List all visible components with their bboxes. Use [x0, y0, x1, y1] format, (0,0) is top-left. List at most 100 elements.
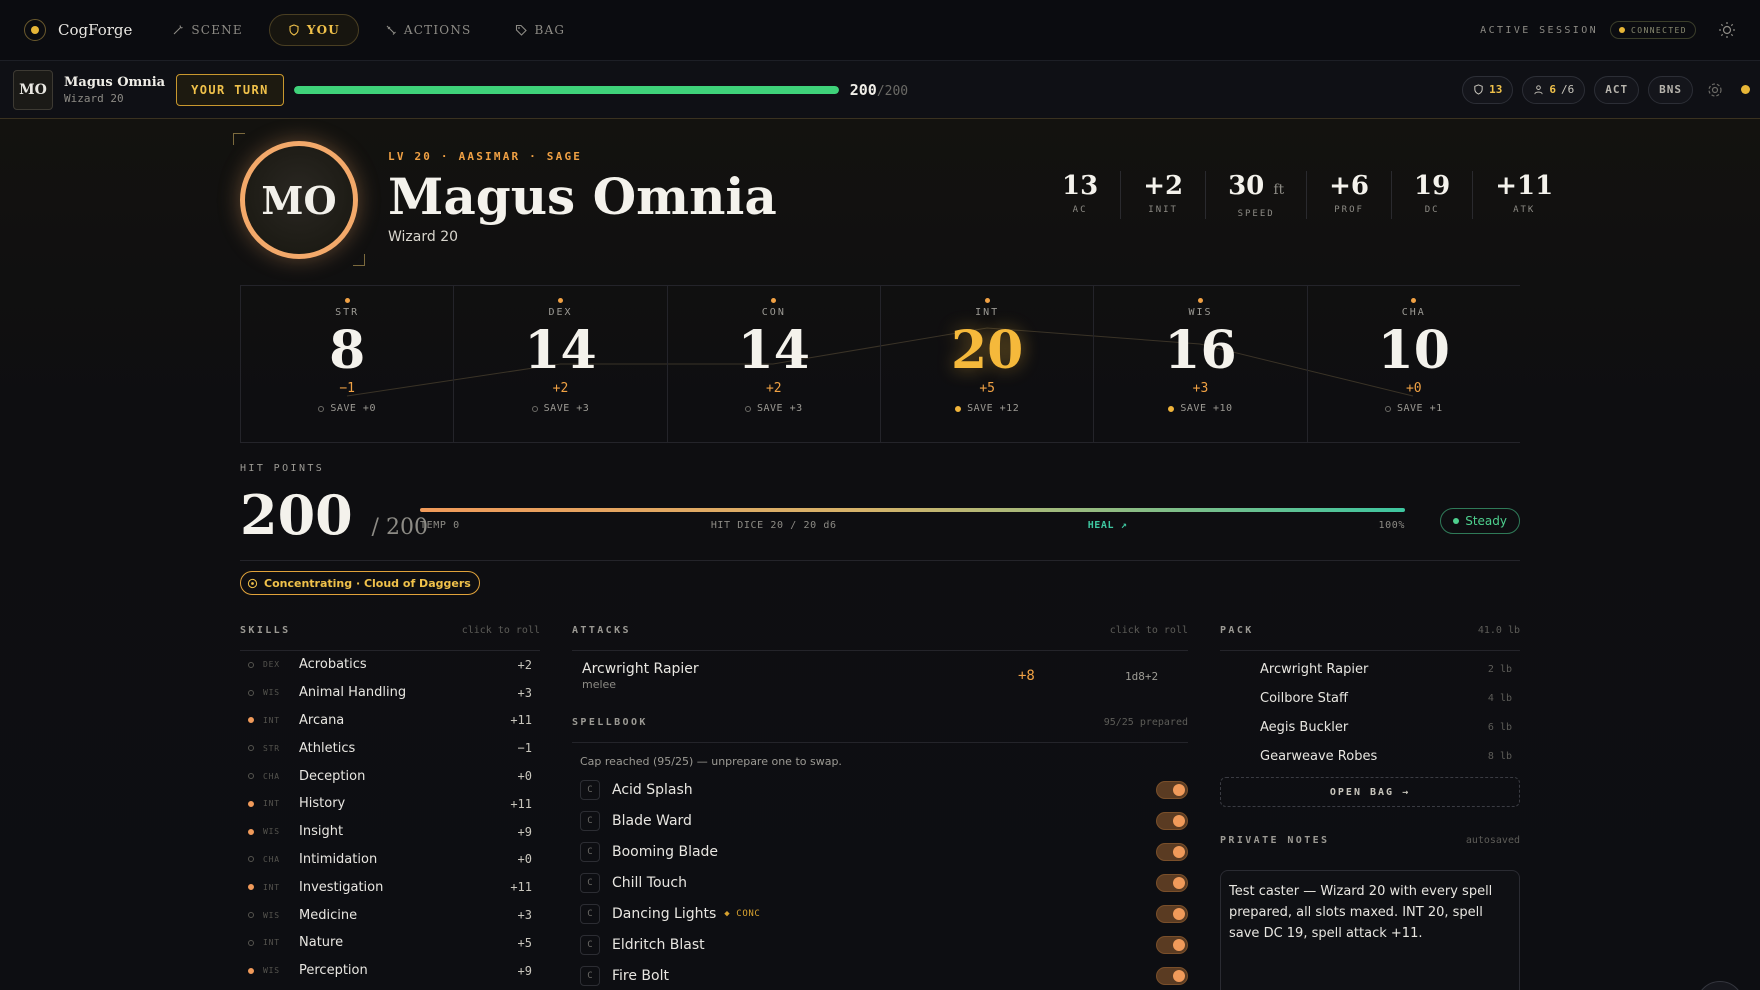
- stat-prof[interactable]: +6 PROF: [1306, 171, 1391, 219]
- ability-wis[interactable]: WIS 16 +3 SAVE +10: [1093, 286, 1306, 442]
- tab-you[interactable]: YOU: [268, 14, 359, 46]
- ability-save[interactable]: SAVE +0: [318, 403, 376, 414]
- pack-item[interactable]: Arcwright Rapier 2 lb: [1220, 655, 1520, 684]
- ability-con[interactable]: CON 14 +2 SAVE +3: [666, 286, 880, 442]
- bonus-action-button[interactable]: BNS: [1648, 75, 1693, 104]
- spellbook-prepared: 95/25 prepared: [1103, 717, 1188, 728]
- ability-score: 8: [329, 320, 366, 381]
- ability-save[interactable]: SAVE +12: [955, 403, 1019, 414]
- connection-text: CONNECTED: [1631, 25, 1687, 35]
- gear-icon[interactable]: [1706, 81, 1724, 99]
- skill-row[interactable]: INT Nature +5: [240, 929, 540, 957]
- skill-row[interactable]: WIS Animal Handling +3: [240, 679, 540, 707]
- skill-row[interactable]: INT Investigation +11: [240, 873, 540, 901]
- chat-button[interactable]: [1696, 981, 1744, 990]
- pack-notes-panel: PACK 41.0 lb Arcwright Rapier 2 lb Coilbor…: [1220, 623, 1520, 990]
- ability-save[interactable]: SAVE +3: [744, 403, 803, 414]
- heal-link[interactable]: HEAL ↗: [1088, 520, 1128, 531]
- spell-row[interactable]: C Eldritch Blast: [572, 929, 1188, 960]
- open-bag-button[interactable]: OPEN BAG →: [1220, 777, 1520, 807]
- prepared-toggle[interactable]: [1156, 780, 1188, 799]
- prepared-toggle[interactable]: [1156, 873, 1188, 892]
- ability-int[interactable]: INT 20 +5 SAVE +12: [879, 286, 1093, 442]
- ability-save[interactable]: SAVE +3: [531, 403, 590, 414]
- skill-row[interactable]: INT History +11: [240, 790, 540, 818]
- spell-name: Dancing Lights: [612, 905, 717, 922]
- skill-ability: WIS: [263, 966, 280, 976]
- spell-slots-chip[interactable]: 6 /6: [1522, 75, 1586, 104]
- skill-row[interactable]: STR Athletics −1: [240, 734, 540, 762]
- skill-row[interactable]: WIS Perception +9: [240, 957, 540, 985]
- tab-scene[interactable]: SCENE: [154, 14, 260, 46]
- notes-status: autosaved: [1465, 834, 1520, 846]
- action-button[interactable]: ACT: [1594, 75, 1640, 104]
- sun-icon[interactable]: [1718, 21, 1736, 39]
- spell-row[interactable]: C Blade Ward: [572, 805, 1188, 836]
- ability-pip: [771, 298, 777, 303]
- character-summary: Magus Omnia Wizard 20: [64, 75, 165, 105]
- ability-modifier: +2: [552, 381, 569, 396]
- skill-name: Arcana: [299, 712, 345, 728]
- ability-score: 14: [737, 320, 810, 381]
- ability-cha[interactable]: CHA 10 +0 SAVE +1: [1306, 286, 1520, 442]
- ability-pip: [344, 298, 350, 303]
- pack-list: Arcwright Rapier 2 lb Coilbore Staff 4 lb Ae…: [1220, 655, 1520, 771]
- your-turn-badge[interactable]: YOUR TURN: [176, 73, 284, 106]
- stat-init[interactable]: +2 INIT: [1120, 171, 1205, 219]
- character-sheet: MO LV 20 · AASIMAR · SAGE Magus Omnia Wi…: [0, 119, 1760, 990]
- skill-row[interactable]: WIS Medicine +3: [240, 901, 540, 929]
- skill-row[interactable]: INT Arcana +11: [240, 707, 540, 735]
- concentration-badge[interactable]: Concentrating · Cloud of Daggers: [240, 571, 480, 595]
- notes-header: PRIVATE NOTES autosaved: [1220, 832, 1520, 860]
- skill-ability: INT: [263, 799, 280, 809]
- stat-dc[interactable]: 19 DC: [1391, 171, 1472, 219]
- ability-save[interactable]: SAVE +10: [1168, 403, 1232, 414]
- spell-row[interactable]: C Fire Bolt: [572, 960, 1188, 990]
- notes-textarea[interactable]: Test caster — Wizard 20 with every spell…: [1220, 870, 1520, 990]
- prepared-toggle[interactable]: [1156, 904, 1188, 923]
- attack-damage[interactable]: 1d8+2: [1125, 670, 1158, 683]
- ability-str[interactable]: STR 8 −1 SAVE +0: [240, 286, 453, 442]
- spell-row[interactable]: C Acid Splash: [572, 774, 1188, 805]
- prepared-toggle[interactable]: [1156, 935, 1188, 954]
- status-dot-icon: [1741, 85, 1750, 94]
- avatar[interactable]: MO: [13, 69, 53, 110]
- pack-item[interactable]: Aegis Buckler 6 lb: [1220, 713, 1520, 742]
- pack-item-weight: 8 lb: [1487, 751, 1512, 762]
- ability-save[interactable]: SAVE +1: [1384, 403, 1443, 414]
- ability-dex[interactable]: DEX 14 +2 SAVE +3: [453, 286, 666, 442]
- prepared-toggle[interactable]: [1156, 842, 1188, 861]
- skill-row[interactable]: CHA Deception +0: [240, 762, 540, 790]
- skill-row[interactable]: CHA Intimidation +0: [240, 846, 540, 874]
- stat-ac[interactable]: 13 AC: [1040, 171, 1120, 219]
- spell-level: C: [580, 903, 600, 924]
- temp-hp[interactable]: TEMP 0: [420, 520, 460, 531]
- stat-value: +11: [1495, 171, 1554, 201]
- spell-row[interactable]: C Booming Blade: [572, 836, 1188, 867]
- skill-name: Animal Handling: [299, 685, 407, 701]
- tab-actions[interactable]: ACTIONS: [367, 14, 490, 46]
- ac-chip[interactable]: 13: [1462, 75, 1514, 104]
- skill-row[interactable]: WIS Insight +9: [240, 818, 540, 846]
- prepared-toggle[interactable]: [1156, 811, 1188, 830]
- spell-row[interactable]: C Chill Touch: [572, 867, 1188, 898]
- ability-modifier: +2: [765, 381, 782, 396]
- brand[interactable]: CogForge: [24, 19, 132, 41]
- hit-dice[interactable]: HIT DICE 20 / 20 d6: [711, 520, 837, 531]
- skill-row[interactable]: DEX Acrobatics +2: [240, 651, 540, 679]
- pack-item-name: Coilbore Staff: [1260, 691, 1348, 706]
- attack-hit[interactable]: +8: [1018, 668, 1088, 684]
- spell-row[interactable]: C Dancing Lights ◆ CONC: [572, 898, 1188, 929]
- portrait-avatar[interactable]: MO: [240, 141, 358, 259]
- tab-bag[interactable]: BAG: [497, 14, 583, 46]
- stat-atk[interactable]: +11 ATK: [1472, 171, 1575, 219]
- pack-item[interactable]: Gearweave Robes 8 lb: [1220, 742, 1520, 771]
- slots-used: 6: [1549, 83, 1556, 96]
- ability-name: WIS: [1188, 307, 1213, 318]
- pack-item[interactable]: Coilbore Staff 4 lb: [1220, 684, 1520, 713]
- save-text: SAVE +12: [967, 403, 1020, 414]
- attack-row[interactable]: Arcwright Rapier melee +8 1d8+2: [572, 651, 1188, 701]
- nav-right: ACTIVE SESSION CONNECTED: [1480, 21, 1736, 39]
- stat-speed[interactable]: 30 ft SPEED: [1205, 171, 1306, 219]
- prepared-toggle[interactable]: [1156, 966, 1188, 985]
